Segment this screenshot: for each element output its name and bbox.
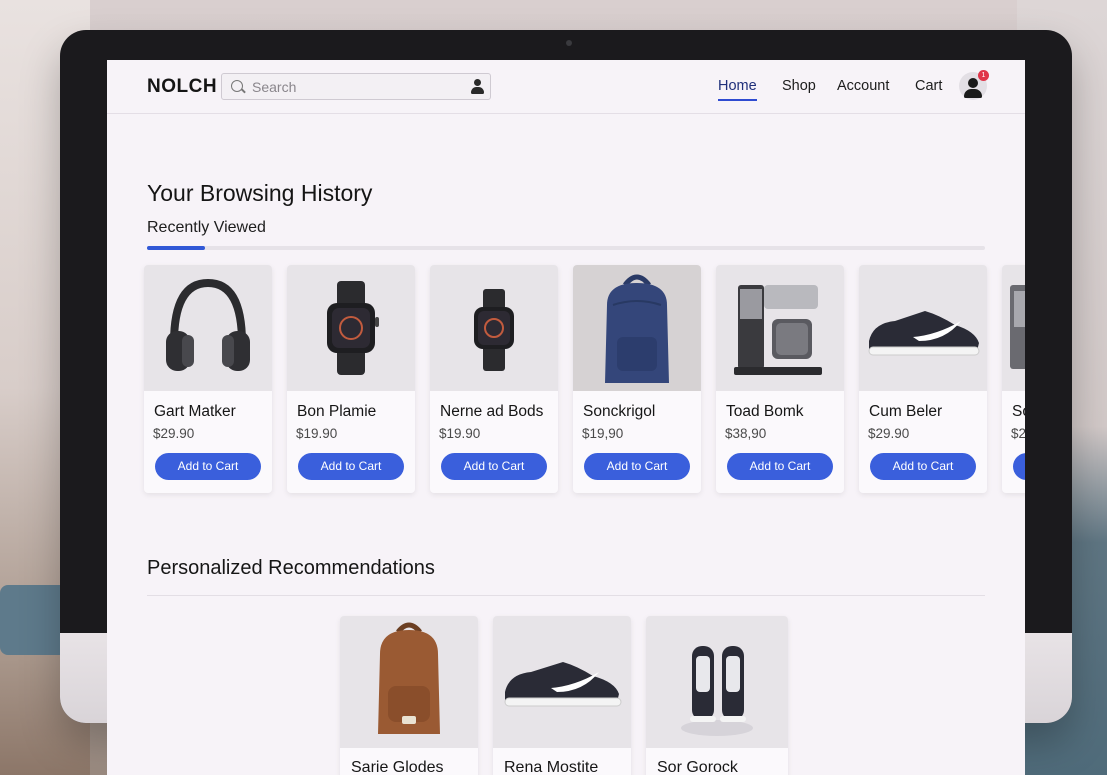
nav-cart[interactable]: Cart xyxy=(915,78,942,94)
product-price: $29.90 xyxy=(868,426,910,441)
product-image xyxy=(493,616,631,748)
add-to-cart-button[interactable]: Add to Cart xyxy=(155,453,261,480)
product-name[interactable]: Cum Beler xyxy=(869,403,942,421)
smartwatch-icon xyxy=(474,289,514,371)
product-image xyxy=(1002,265,1025,391)
product-name[interactable]: So xyxy=(1012,403,1025,421)
browser-screen: NOLCH Home Shop Account Cart 1 Your Brow… xyxy=(107,60,1025,775)
account-avatar[interactable]: 1 xyxy=(959,70,989,100)
product-image xyxy=(646,616,788,748)
product-card[interactable]: Cum Beler $29.90 Add to Cart xyxy=(859,265,987,493)
tab-recently-viewed[interactable]: Recently Viewed xyxy=(147,219,266,237)
recently-viewed-carousel: Gart Matker $29.90 Add to Cart Bon Plami… xyxy=(144,265,1025,495)
product-name[interactable]: Bon Plamie xyxy=(297,403,376,421)
appliance-icon xyxy=(1010,285,1025,369)
sneakers-pair-icon xyxy=(681,646,753,736)
add-to-cart-button[interactable]: Add to Cart xyxy=(298,453,404,480)
product-image xyxy=(340,616,478,748)
section-divider xyxy=(147,595,985,596)
nav-account[interactable]: Account xyxy=(837,78,889,94)
add-to-cart-button[interactable]: Add to Cart xyxy=(441,453,547,480)
sneaker-icon xyxy=(504,662,622,707)
product-image xyxy=(430,265,558,391)
product-image xyxy=(859,265,987,391)
notification-badge: 1 xyxy=(978,70,989,81)
product-card[interactable]: Sonckrigol $19,90 Add to Cart xyxy=(573,265,701,493)
product-price: $19.90 xyxy=(296,426,338,441)
product-card[interactable]: Toad Bomk $38,90 Add to Cart xyxy=(716,265,844,493)
smartwatch-icon xyxy=(327,281,379,375)
product-price: $24 xyxy=(1011,426,1025,441)
page-title: Your Browsing History xyxy=(147,180,373,206)
product-name[interactable]: Toad Bomk xyxy=(726,403,804,421)
product-image xyxy=(287,265,415,391)
product-name[interactable]: Sor Gorock xyxy=(657,759,738,775)
product-image xyxy=(716,265,844,391)
backpack-icon xyxy=(378,622,440,734)
product-name[interactable]: Sonckrigol xyxy=(583,403,655,421)
recommendation-card[interactable]: Rena Mostite xyxy=(493,616,631,775)
tab-underline xyxy=(147,246,985,250)
add-to-cart-button[interactable] xyxy=(1013,453,1025,480)
add-to-cart-button[interactable]: Add to Cart xyxy=(584,453,690,480)
coffee-maker-icon xyxy=(734,285,822,375)
product-name[interactable]: Sarie Glodes xyxy=(351,759,444,775)
webcam xyxy=(566,40,572,46)
product-name[interactable]: Gart Matker xyxy=(154,403,236,421)
search-icon xyxy=(231,80,243,92)
product-card[interactable]: Gart Matker $29.90 Add to Cart xyxy=(144,265,272,493)
product-card[interactable]: So $24 xyxy=(1002,265,1025,493)
product-price: $38,90 xyxy=(725,426,767,441)
product-card[interactable]: Nerne ad Bods $19.90 Add to Cart xyxy=(430,265,558,493)
headphones-icon xyxy=(166,278,250,371)
product-image xyxy=(573,265,701,391)
nav-home[interactable]: Home xyxy=(718,78,757,101)
recommendations-title: Personalized Recommendations xyxy=(147,557,435,579)
search-input[interactable] xyxy=(252,78,462,96)
product-price: $19.90 xyxy=(439,426,481,441)
product-name[interactable]: Rena Mostite xyxy=(504,759,598,775)
user-icon[interactable] xyxy=(470,79,484,95)
site-logo[interactable]: NOLCH xyxy=(147,76,217,98)
add-to-cart-button[interactable]: Add to Cart xyxy=(727,453,833,480)
product-price: $19,90 xyxy=(582,426,624,441)
search-bar[interactable] xyxy=(221,73,491,100)
product-image xyxy=(144,265,272,391)
product-card[interactable]: Bon Plamie $19.90 Add to Cart xyxy=(287,265,415,493)
product-name[interactable]: Nerne ad Bods xyxy=(440,403,543,421)
nav-shop[interactable]: Shop xyxy=(782,78,816,94)
sneaker-icon xyxy=(868,311,980,356)
product-price: $29.90 xyxy=(153,426,195,441)
recommendation-card[interactable]: Sor Gorock xyxy=(646,616,788,775)
add-to-cart-button[interactable]: Add to Cart xyxy=(870,453,976,480)
recommendation-card[interactable]: Sarie Glodes xyxy=(340,616,478,775)
site-header: NOLCH Home Shop Account Cart 1 xyxy=(107,60,1025,114)
backpack-icon xyxy=(605,274,669,383)
